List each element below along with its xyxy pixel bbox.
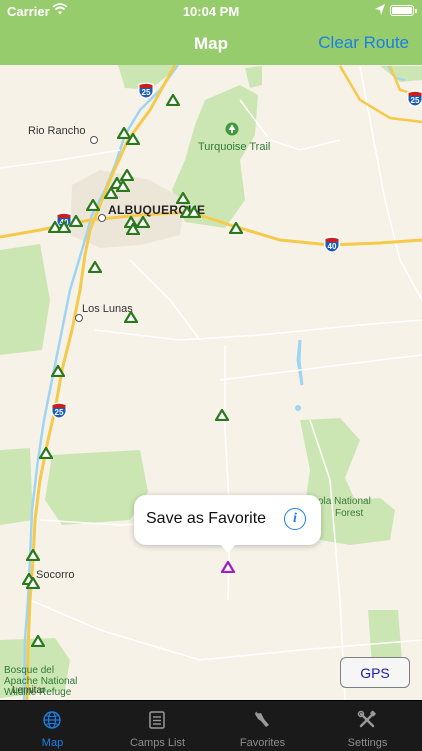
- interstate-shield-25-north: 25: [137, 82, 155, 105]
- tools-icon: [357, 710, 376, 728]
- map-label-bosque-2: Apache National: [4, 676, 78, 687]
- info-icon[interactable]: i: [284, 508, 306, 530]
- minor-road: [29, 599, 422, 661]
- campground-marker[interactable]: [26, 549, 40, 561]
- tab-map[interactable]: Map: [0, 701, 105, 751]
- battery-icon: [390, 5, 417, 16]
- battery-level: [392, 7, 412, 14]
- save-favorite-callout[interactable]: Save as Favorite i: [134, 495, 321, 553]
- map-label-forest-1: ola National: [318, 496, 371, 507]
- map-label-forest-2: Forest: [335, 508, 364, 519]
- town-dot-albuquerque: [98, 214, 106, 222]
- navigation-bar: Carrier 10:04 PM Map Clear Route: [0, 0, 422, 65]
- campground-marker[interactable]: [104, 187, 118, 199]
- tab-label: Map: [41, 737, 64, 749]
- tab-label: Camps List: [129, 737, 186, 749]
- campground-marker[interactable]: [57, 221, 71, 233]
- park-icon: [225, 122, 239, 136]
- shield-number: 25: [141, 88, 151, 97]
- campground-marker[interactable]: [116, 180, 130, 192]
- list-icon: [149, 711, 165, 729]
- location-arrow-icon: [375, 4, 385, 15]
- pond-feature: [295, 405, 301, 411]
- map-label-bosque-1: Bosque del: [4, 665, 55, 676]
- park-area-west: [0, 244, 50, 355]
- tab-label: Favorites: [239, 737, 286, 749]
- lake-feature: [296, 339, 304, 386]
- park-area-east: [245, 66, 262, 88]
- park-area-southwest: [0, 448, 33, 525]
- campground-marker[interactable]: [187, 206, 201, 218]
- campground-marker[interactable]: [39, 447, 53, 459]
- campground-marker[interactable]: [126, 223, 140, 235]
- clear-route-button[interactable]: Clear Route: [318, 33, 409, 53]
- campground-marker[interactable]: [124, 311, 138, 323]
- campground-marker[interactable]: [26, 577, 40, 589]
- campground-marker[interactable]: [176, 192, 190, 204]
- shield-number: 40: [327, 242, 337, 251]
- campground-marker[interactable]: [86, 199, 100, 211]
- favorites-icon: [255, 711, 269, 727]
- rio-grande-river: [22, 65, 180, 700]
- interstate-shield-25-south: 25: [50, 402, 68, 425]
- campground-marker[interactable]: [31, 635, 45, 647]
- town-dot-los-lunas: [75, 314, 83, 322]
- campground-marker[interactable]: [166, 94, 180, 106]
- minor-road: [94, 319, 422, 341]
- campground-marker[interactable]: [126, 133, 140, 145]
- gps-button[interactable]: GPS: [340, 657, 410, 688]
- interstate-shield-40: 40: [323, 236, 341, 259]
- town-dot-rio-rancho: [90, 136, 98, 144]
- map-canvas: [0, 65, 422, 700]
- map-label-socorro: Socorro: [36, 569, 75, 581]
- highway-i25: [25, 65, 177, 700]
- shield-number: 25: [54, 408, 64, 417]
- tab-label: Settings: [347, 737, 388, 749]
- map-label-rio-rancho: Rio Rancho: [28, 125, 86, 137]
- shield-number: 25: [410, 96, 420, 105]
- minor-road: [129, 259, 201, 341]
- tab-favorites[interactable]: Favorites: [210, 701, 315, 751]
- park-area-central: [45, 450, 148, 525]
- status-time: 10:04 PM: [182, 4, 240, 19]
- map-label-turquoise-trail: Turquoise Trail: [198, 141, 271, 153]
- map-label-bosque-3: Wildlife Refuge: [4, 687, 72, 698]
- tab-bar: Map Camps List Favorites Settings: [0, 700, 422, 751]
- tab-camps-list[interactable]: Camps List: [105, 701, 210, 751]
- save-as-favorite-label[interactable]: Save as Favorite: [146, 510, 266, 528]
- globe-icon: [43, 711, 61, 729]
- status-bar: Carrier 10:04 PM: [0, 0, 422, 22]
- campground-marker[interactable]: [51, 365, 65, 377]
- minor-road: [0, 149, 121, 169]
- campground-marker[interactable]: [69, 215, 83, 227]
- campground-marker[interactable]: [88, 261, 102, 273]
- selected-location-marker[interactable]: [221, 561, 235, 573]
- interstate-shield-25-northeast: 25: [406, 90, 422, 113]
- map-view[interactable]: Rio Rancho Turquoise Trail ALBUQUERQUE L…: [0, 65, 422, 700]
- minor-road: [219, 354, 422, 381]
- campground-marker[interactable]: [229, 222, 243, 234]
- tab-settings[interactable]: Settings: [315, 701, 420, 751]
- campground-marker[interactable]: [215, 409, 229, 421]
